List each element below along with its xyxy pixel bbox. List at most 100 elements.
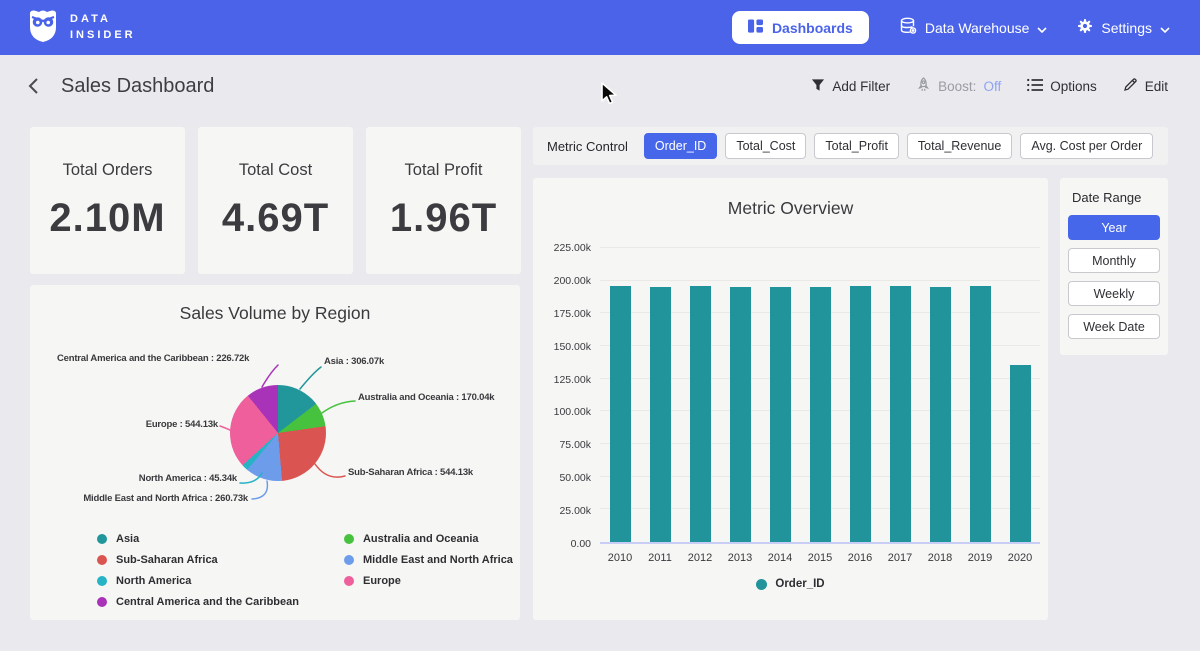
metric-button-total-profit[interactable]: Total_Profit [814, 133, 899, 159]
metric-button-avg-cost-per-order[interactable]: Avg. Cost per Order [1020, 133, 1153, 159]
legend-dot [344, 534, 354, 544]
pie-legend-column-2: Australia and Oceania Middle East and Nor… [344, 533, 513, 608]
bar-2011[interactable] [650, 287, 671, 542]
chevron-down-icon [1160, 20, 1170, 36]
boost-toggle[interactable]: Boost: Off [916, 77, 1001, 96]
page-header: Sales Dashboard Add Filter Boost: Off [0, 55, 1200, 117]
y-axis-tick: 0.00 [571, 538, 591, 550]
legend-item-europe[interactable]: Europe [344, 575, 513, 587]
brand-line2: INSIDER [70, 28, 136, 44]
list-options-icon [1027, 78, 1043, 95]
back-button[interactable] [28, 77, 39, 95]
page-title: Sales Dashboard [61, 75, 214, 98]
kpi-label: Total Profit [366, 161, 521, 180]
date-range-button-week-date[interactable]: Week Date [1068, 314, 1160, 339]
legend-label: Sub-Saharan Africa [116, 554, 218, 566]
kpi-card-total-cost: Total Cost 4.69T [198, 127, 353, 274]
options-label: Options [1050, 79, 1097, 94]
bar-2019[interactable] [970, 286, 991, 542]
bar-column [880, 248, 920, 542]
pie-label-sub-saharan-africa: Sub-Saharan Africa : 544.13k [348, 467, 473, 478]
boost-value: Off [983, 79, 1001, 94]
legend-dot [97, 597, 107, 607]
bar-2015[interactable] [810, 287, 831, 542]
kpi-card-total-orders: Total Orders 2.10M [30, 127, 185, 274]
bar-2013[interactable] [730, 287, 751, 542]
date-range-button-weekly[interactable]: Weekly [1068, 281, 1160, 306]
legend-label: Central America and the Caribbean [116, 596, 299, 608]
x-axis-label: 2018 [920, 552, 960, 564]
pie-label-north-america: North America : 45.34k [139, 473, 237, 484]
bar-2014[interactable] [770, 287, 791, 542]
bar-2010[interactable] [610, 286, 631, 542]
bar-2020[interactable] [1010, 365, 1031, 542]
y-axis-tick: 150.00k [554, 341, 591, 353]
date-range-button-monthly[interactable]: Monthly [1068, 248, 1160, 273]
options-button[interactable]: Options [1027, 78, 1097, 95]
y-axis-tick: 225.00k [554, 242, 591, 254]
nav-dashboards-label: Dashboards [772, 20, 853, 36]
bar-chart-legend[interactable]: Order_ID [533, 578, 1048, 590]
x-axis-label: 2014 [760, 552, 800, 564]
pie-label-australia-oceania: Australia and Oceania : 170.04k [358, 392, 494, 403]
metric-button-total-revenue[interactable]: Total_Revenue [907, 133, 1012, 159]
nav-data-warehouse[interactable]: Data Warehouse [899, 17, 1048, 38]
bar-chart-plot-area [600, 248, 1040, 544]
legend-item-australia-and-oceania[interactable]: Australia and Oceania [344, 533, 513, 545]
bar-column [760, 248, 800, 542]
date-range-panel: Date Range YearMonthlyWeeklyWeek Date [1060, 178, 1168, 355]
pie-chart-legend: Asia Sub-Saharan Africa North America Centr… [97, 533, 513, 608]
bar-column [1000, 248, 1040, 542]
legend-dot [97, 576, 107, 586]
bar-2016[interactable] [850, 286, 871, 542]
y-axis: 0.0025.00k50.00k75.00k100.00k125.00k150.… [535, 248, 591, 544]
boost-label: Boost: [938, 79, 976, 94]
kpi-value: 1.96T [366, 196, 521, 241]
metric-control-label: Metric Control [547, 139, 628, 154]
legend-item-asia[interactable]: Asia [97, 533, 299, 545]
dashboard-grid-icon [748, 19, 763, 36]
filter-funnel-icon [811, 78, 825, 95]
legend-item-sub-saharan-africa[interactable]: Sub-Saharan Africa [97, 554, 299, 566]
x-axis: 2010201120122013201420152016201720182019… [600, 552, 1040, 564]
legend-item-middle-east-and-north-africa[interactable]: Middle East and North Africa [344, 554, 513, 566]
nav-data-warehouse-label: Data Warehouse [925, 20, 1030, 36]
metric-button-total-cost[interactable]: Total_Cost [725, 133, 806, 159]
legend-item-central-america-and-the-caribbean[interactable]: Central America and the Caribbean [97, 596, 299, 608]
pie-label-central-america-caribbean: Central America and the Caribbean : 226.… [57, 353, 249, 364]
bar-2017[interactable] [890, 286, 911, 542]
bar-2012[interactable] [690, 286, 711, 542]
date-range-button-group: Year Monthly Weekly Week Date [1060, 215, 1168, 339]
pie-chart[interactable] [230, 385, 326, 481]
y-axis-tick: 200.00k [554, 275, 591, 287]
bar-column [640, 248, 680, 542]
metric-overview-chart-panel: Metric Overview 0.0025.00k50.00k75.00k10… [533, 178, 1048, 620]
date-range-button-year[interactable]: Year [1068, 215, 1160, 240]
chevron-down-icon [1037, 20, 1047, 36]
legend-label: Asia [116, 533, 139, 545]
bar-column [960, 248, 1000, 542]
x-axis-label: 2010 [600, 552, 640, 564]
brand-logo[interactable]: DATA INSIDER [26, 7, 136, 48]
pie-legend-column-1: Asia Sub-Saharan Africa North America Centr… [97, 533, 299, 608]
legend-label: North America [116, 575, 191, 587]
metric-button-order-id[interactable]: Order_ID [644, 133, 717, 159]
y-axis-tick: 175.00k [554, 308, 591, 320]
sales-volume-pie-panel: Sales Volume by Region Asia : 306.07k Au… [30, 285, 520, 620]
gear-icon [1077, 18, 1093, 37]
legend-item-north-america[interactable]: North America [97, 575, 299, 587]
legend-dot [344, 576, 354, 586]
edit-button[interactable]: Edit [1123, 77, 1168, 95]
pie-label-europe: Europe : 544.13k [146, 419, 218, 430]
bar-column [840, 248, 880, 542]
bar-chart-title: Metric Overview [533, 198, 1048, 219]
bar-2018[interactable] [930, 287, 951, 542]
metric-control-bar: Metric Control Order_ID Total_Cost Total_P… [533, 127, 1168, 165]
x-axis-label: 2020 [1000, 552, 1040, 564]
bar-column [680, 248, 720, 542]
add-filter-button[interactable]: Add Filter [811, 78, 890, 95]
legend-dot [97, 534, 107, 544]
nav-dashboards-button[interactable]: Dashboards [732, 11, 869, 44]
legend-label: Middle East and North Africa [363, 554, 513, 566]
nav-settings[interactable]: Settings [1077, 18, 1170, 37]
